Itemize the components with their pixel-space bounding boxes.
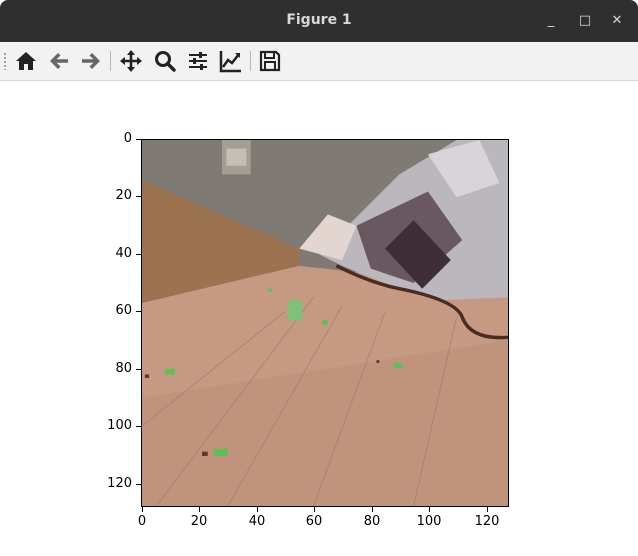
camera-image — [142, 140, 508, 506]
toolbar-separator — [110, 51, 111, 71]
line-chart-icon — [219, 51, 241, 73]
y-tick-label: 60 — [115, 303, 132, 318]
x-tick — [257, 507, 258, 512]
y-tick — [136, 369, 141, 370]
y-tick — [136, 139, 141, 140]
x-tick-label: 80 — [363, 514, 381, 529]
toolbar-grip[interactable] — [3, 52, 7, 70]
home-button[interactable] — [13, 48, 39, 74]
x-tick — [199, 507, 200, 512]
x-tick-label: 60 — [305, 514, 323, 529]
image-axes[interactable] — [141, 139, 509, 507]
move-icon — [120, 50, 142, 72]
zoom-icon — [155, 51, 176, 72]
maximize-button[interactable]: □ — [576, 12, 594, 30]
y-tick-label: 80 — [115, 361, 132, 376]
toolbar-separator — [250, 51, 251, 71]
sliders-icon — [189, 52, 207, 70]
pan-button[interactable] — [118, 48, 144, 74]
y-tick — [136, 311, 141, 312]
x-tick-label: 0 — [137, 514, 147, 529]
forward-button[interactable] — [78, 48, 104, 74]
title-bar: Figure 1 _ □ ✕ — [0, 0, 638, 42]
save-icon — [259, 50, 281, 72]
x-tick-label: 100 — [416, 514, 442, 529]
axes-button[interactable] — [218, 48, 244, 74]
zoom-button[interactable] — [152, 48, 178, 74]
save-button[interactable] — [257, 48, 283, 74]
x-tick — [372, 507, 373, 512]
x-tick-label: 40 — [248, 514, 266, 529]
minimize-button[interactable]: _ — [542, 12, 560, 30]
x-tick-label: 20 — [190, 514, 208, 529]
close-button[interactable]: ✕ — [608, 12, 626, 30]
y-tick-label: 0 — [123, 131, 132, 146]
back-button[interactable] — [46, 48, 72, 74]
y-tick — [136, 484, 141, 485]
x-tick — [142, 507, 143, 512]
x-tick — [429, 507, 430, 512]
y-tick — [136, 254, 141, 255]
y-tick-label: 40 — [115, 246, 132, 261]
back-arrow-icon — [50, 53, 68, 69]
forward-arrow-icon — [82, 53, 100, 69]
x-tick-label: 120 — [474, 514, 500, 529]
y-tick — [136, 196, 141, 197]
home-icon — [16, 52, 36, 70]
toolbar — [0, 42, 638, 81]
y-tick-label: 120 — [107, 476, 132, 491]
x-tick — [487, 507, 488, 512]
y-tick — [136, 426, 141, 427]
y-tick-label: 20 — [115, 188, 132, 203]
y-tick-label: 100 — [107, 418, 132, 433]
subplots-button[interactable] — [185, 48, 211, 74]
x-tick — [314, 507, 315, 512]
